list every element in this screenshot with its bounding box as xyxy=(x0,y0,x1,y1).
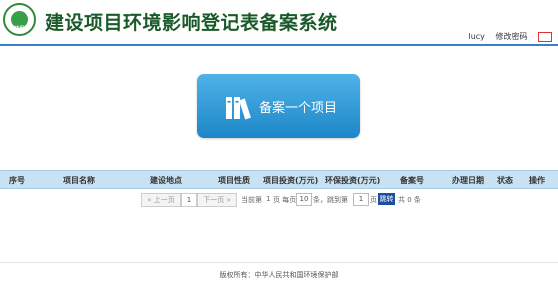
footer-copyright: 版权所有：中华人民共和国环境保护部 xyxy=(219,271,339,279)
table-header: 序号 项目名称 建设地点 项目性质 项目投资(万元) 环保投资(万元) 备案号 … xyxy=(0,170,558,189)
pager-info-page: 1 xyxy=(266,195,271,203)
jump-page-input[interactable]: 1 xyxy=(353,193,369,206)
books-icon xyxy=(226,97,251,120)
footer-divider xyxy=(0,262,558,263)
jump-go-button[interactable]: 跳转 xyxy=(378,193,395,205)
column-header-project-name: 项目名称 xyxy=(63,176,95,185)
pager-info-mid2: 条，跳到第 xyxy=(313,196,348,204)
pager-info-mid: 页 每页 xyxy=(273,196,297,204)
logo: 环保 xyxy=(3,3,36,36)
column-header-project-nature: 项目性质 xyxy=(218,176,250,185)
register-project-label: 备案一个项目 xyxy=(259,101,338,116)
pager-total: 共 0 条 xyxy=(398,196,421,204)
pager-info-suffix: 页 xyxy=(370,196,377,204)
logout-icon[interactable] xyxy=(538,31,552,42)
app-title: 建设项目环境影响登记表备案系统 xyxy=(45,12,338,34)
column-header-status: 状态 xyxy=(497,176,513,185)
app-header: 环保 建设项目环境影响登记表备案系统 lucy 修改密码 xyxy=(0,0,558,44)
register-project-button[interactable]: 备案一个项目 xyxy=(197,74,360,138)
logo-text: 环保 xyxy=(14,26,25,32)
next-page-button[interactable]: 下一页 » xyxy=(197,193,237,207)
current-page-button[interactable]: 1 xyxy=(181,193,197,207)
change-password-link[interactable]: 修改密码 xyxy=(495,32,527,41)
column-header-record-number: 备案号 xyxy=(400,176,424,185)
column-header-location: 建设地点 xyxy=(150,176,182,185)
column-header-index: 序号 xyxy=(9,176,25,185)
column-header-date: 办理日期 xyxy=(452,176,484,185)
column-header-env-investment: 环保投资(万元) xyxy=(325,176,381,185)
user-area: lucy 修改密码 xyxy=(460,31,552,42)
pager-info-prefix: 当前第 xyxy=(241,196,262,204)
username: lucy xyxy=(468,32,485,41)
column-header-project-investment: 项目投资(万元) xyxy=(263,176,319,185)
pagination: « 上一页 1 下一页 » 当前第 1 页 每页 10 条，跳到第 1 页 跳转… xyxy=(0,193,558,207)
prev-page-button[interactable]: « 上一页 xyxy=(141,193,181,207)
page-size-input[interactable]: 10 xyxy=(296,193,312,206)
header-divider xyxy=(0,44,558,46)
column-header-actions: 操作 xyxy=(529,176,545,185)
